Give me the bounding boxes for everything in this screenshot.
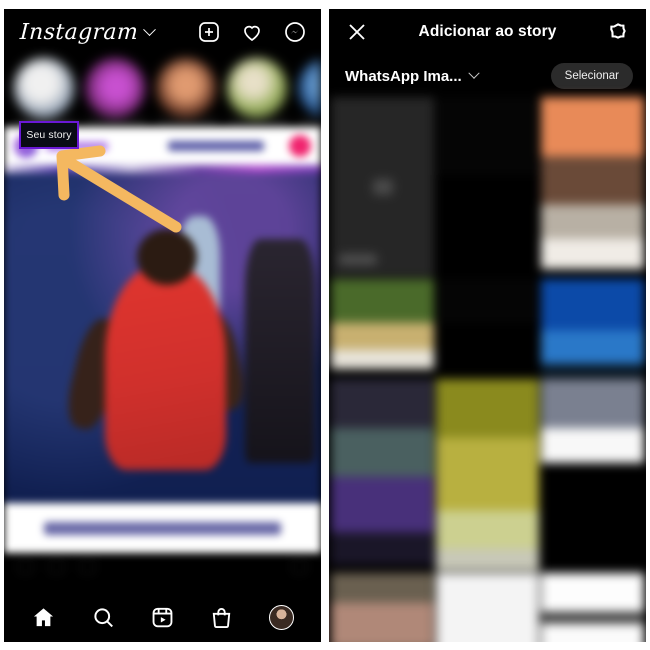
nav-shop-icon[interactable] [209,605,234,630]
gallery-cell[interactable] [541,379,644,463]
post-sponsored-text [168,141,264,151]
avatar[interactable] [227,58,287,118]
story-item[interactable] [227,58,289,127]
post-image-bg-figure [244,239,315,464]
album-selector-bar: WhatsApp Ima... Selecionar [329,55,646,97]
story-item[interactable] [156,58,218,127]
story-item[interactable] [85,58,147,127]
nav-home-icon[interactable] [31,605,56,630]
instagram-wordmark: Instagram [19,19,139,45]
save-icon[interactable] [292,558,307,574]
nav-reels-icon[interactable] [150,605,175,630]
seu-story-highlight-box[interactable]: Seu story [19,121,79,149]
story-tray[interactable] [4,55,321,127]
camera-placeholder-icon [372,179,393,195]
gallery-cell[interactable] [436,379,539,571]
close-icon[interactable] [345,20,369,44]
gallery-cell[interactable] [541,97,644,269]
select-button[interactable]: Selecionar [550,63,633,89]
share-icon[interactable] [80,558,95,574]
new-post-icon[interactable] [197,20,221,44]
gallery-cell[interactable] [436,573,539,642]
story-item[interactable] [14,58,76,127]
post-accent-strip [4,165,321,173]
avatar[interactable] [156,58,216,118]
instagram-topbar: Instagram [4,9,321,55]
chevron-down-icon[interactable] [468,67,480,79]
page-title: Adicionar ao story [418,23,557,40]
gallery-cell[interactable] [436,279,539,323]
gallery-cell-camera[interactable] [331,97,434,277]
avatar[interactable] [298,58,321,118]
camera-placeholder-label [339,254,377,265]
chevron-down-icon[interactable] [143,22,157,36]
nav-search-icon[interactable] [91,605,116,630]
nav-profile-avatar[interactable] [268,604,294,630]
instagram-bottom-nav[interactable] [4,592,321,642]
instagram-feed-panel: Instagram Seu story [4,9,321,642]
gallery-cell[interactable] [331,573,434,642]
post-action-row[interactable] [4,553,321,579]
post-caption-text [43,521,282,535]
screenshot-root: Instagram Seu story Adicionar ao story W… [0,0,650,650]
album-dropdown[interactable]: WhatsApp Ima... [345,67,480,85]
story-picker-topbar: Adicionar ao story [329,9,646,55]
messenger-icon[interactable] [283,20,307,44]
comment-icon[interactable] [49,558,64,574]
gallery-grid[interactable] [329,97,646,642]
gallery-cell[interactable] [436,97,539,175]
story-item[interactable] [298,58,321,127]
post-caption-bar [4,503,321,553]
instagram-topbar-actions [197,20,307,44]
add-to-story-panel: Adicionar ao story WhatsApp Ima... Selec… [329,9,646,642]
album-name: WhatsApp Ima... [345,67,462,85]
feed-post[interactable] [4,127,321,579]
post-image[interactable] [4,173,321,503]
gallery-cell[interactable] [331,279,434,369]
gallery-cell[interactable] [541,279,644,377]
gear-icon[interactable] [606,20,630,44]
like-icon[interactable] [18,558,33,574]
post-badge [289,135,311,157]
post-image-player-body [105,265,226,470]
gallery-cell[interactable] [541,573,644,642]
gallery-cell[interactable] [331,379,434,565]
instagram-logo-dropdown[interactable]: Instagram [19,19,157,45]
activity-heart-icon[interactable] [240,20,264,44]
avatar[interactable] [85,58,145,118]
seu-story-label: Seu story [26,129,72,141]
avatar[interactable] [14,58,74,118]
